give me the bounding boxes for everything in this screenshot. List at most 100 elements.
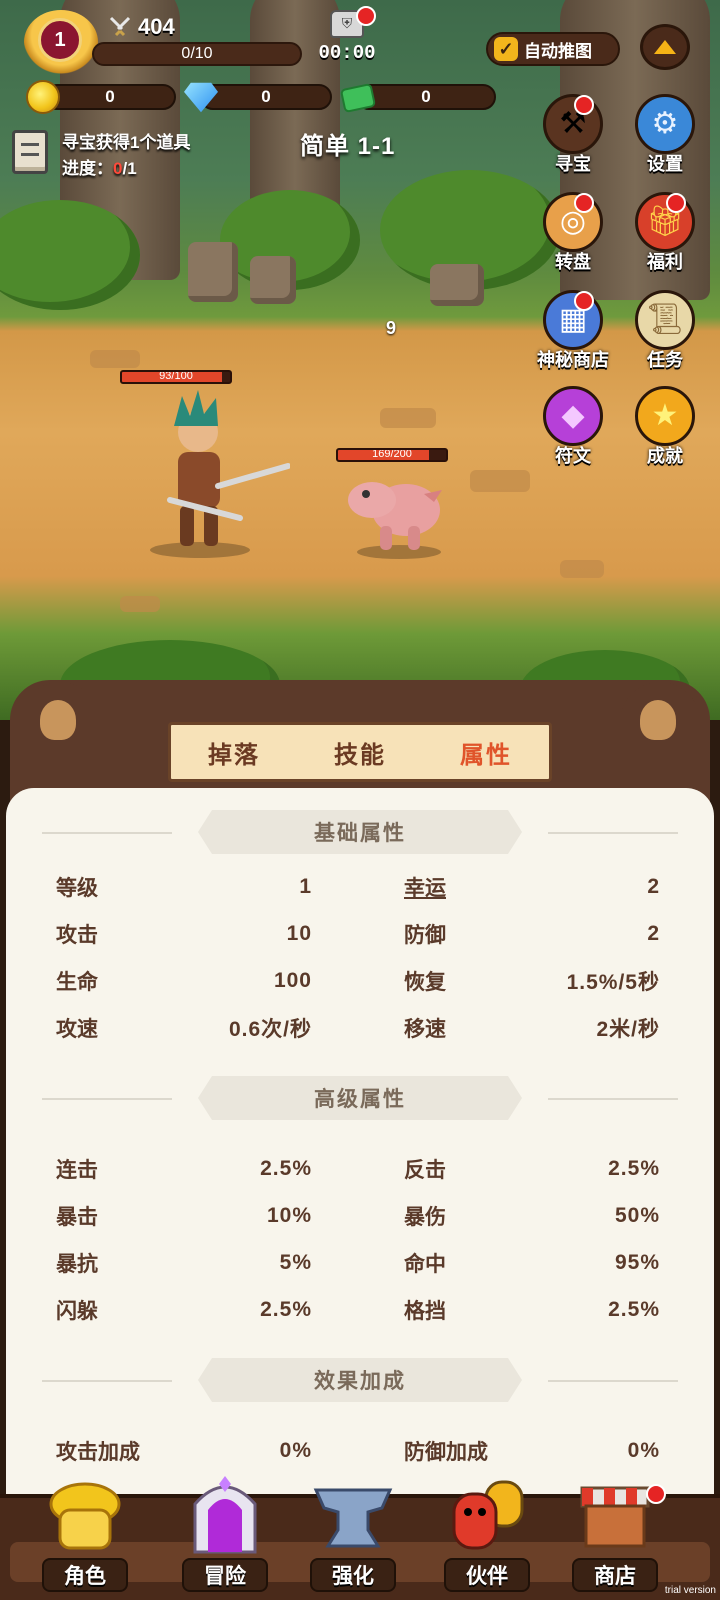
stat-row: 恢复 1.5%/5秒 [404, 971, 660, 994]
cash-counter[interactable]: 0 [356, 84, 496, 110]
tab-skills[interactable]: 技能 [334, 735, 386, 770]
stat-row: 格挡 2.5% [404, 1298, 660, 1323]
bottom-navigation: 角色 冒险 强化 伙伴 商店 [0, 1476, 720, 1600]
nav-label: 商店 [572, 1558, 658, 1592]
notification-dot [574, 291, 594, 311]
player-level-badge[interactable]: 1 [24, 10, 98, 74]
quest-progress: 进度：0/1 [62, 159, 137, 178]
notification-dot [666, 193, 686, 213]
section-title: 基础属性 [198, 810, 522, 854]
background-rock [430, 264, 484, 306]
wheel-icon: ◎ [543, 192, 603, 252]
stage-title: 简单 1-1 [300, 133, 396, 160]
tab-attributes[interactable]: 属性 [460, 735, 512, 770]
checkbox-checked-icon: ✓ [494, 37, 518, 61]
gold-counter[interactable]: 0 [44, 84, 176, 110]
nav-label: 冒险 [182, 1558, 268, 1592]
partner-creatures-icon [452, 1480, 524, 1550]
enemy-hp-text: 169/200 [372, 448, 412, 460]
stat-row: 生命 100 [56, 969, 312, 994]
shop-stall-icon: ▦ [543, 290, 603, 350]
ground-stone [560, 560, 604, 578]
achievement-button[interactable]: ★ 成就 [620, 386, 710, 468]
pink-dinosaur-enemy[interactable] [344, 460, 454, 560]
section-header-advanced: 高级属性 [6, 1076, 714, 1120]
anvil-icon [313, 1488, 393, 1548]
treasure-hunt-button[interactable]: ⚒ 寻宝 [528, 94, 618, 176]
nav-label: 强化 [310, 1558, 396, 1592]
notification-dot [574, 95, 594, 115]
nav-partners[interactable]: 伙伴 [432, 1474, 542, 1598]
ground-stone [470, 470, 530, 492]
lucky-wheel-button[interactable]: ◎ 转盘 [528, 192, 618, 274]
stat-row: 移速 2米/秒 [404, 1018, 660, 1041]
hero-hp-text: 93/100 [159, 370, 193, 382]
battle-timer[interactable]: ⛨ 00:00 [316, 6, 378, 68]
hero-character[interactable] [130, 390, 290, 560]
auto-advance-toggle[interactable]: ✓ 自动推图 [486, 32, 620, 66]
current-quest[interactable]: 寻宝获得1个道具 进度：0/1 [62, 130, 190, 182]
settings-button[interactable]: ⚙ 设置 [620, 94, 710, 176]
collapse-button[interactable] [640, 24, 690, 70]
nav-character[interactable]: 角色 [30, 1474, 140, 1598]
gem-counter[interactable]: 0 [200, 84, 332, 110]
nav-label: 伙伴 [444, 1558, 530, 1592]
welfare-button[interactable]: 🎁︎ 福利 [620, 192, 710, 274]
stat-row: 连击 2.5% [56, 1157, 312, 1182]
stat-row: 命中 95% [404, 1251, 660, 1276]
shop-stall-icon [580, 1486, 650, 1548]
notification-dot [356, 6, 376, 26]
portal-gate-icon [193, 1476, 257, 1554]
auto-advance-label: 自动推图 [524, 41, 592, 61]
damage-number: 9 [386, 318, 397, 338]
quest-scroll-icon[interactable] [12, 130, 48, 174]
stat-row: 反击 2.5% [404, 1157, 660, 1182]
nav-label: 角色 [42, 1558, 128, 1592]
combat-power-value: 404 [138, 14, 175, 39]
nav-adventure[interactable]: 冒险 [170, 1474, 280, 1598]
section-title: 效果加成 [198, 1358, 522, 1402]
hammer-icon: ⚒ [543, 94, 603, 154]
nav-shop[interactable]: 商店 [560, 1474, 670, 1598]
quest-description: 寻宝获得1个道具 [62, 133, 191, 152]
player-level: 1 [38, 18, 82, 62]
stat-row: 暴伤 50% [404, 1204, 660, 1229]
crossed-swords-icon [109, 16, 131, 37]
stat-row: 暴击 10% [56, 1204, 312, 1229]
stat-row: 防御 2 [404, 922, 660, 947]
section-header-basic: 基础属性 [6, 810, 714, 854]
gold-armor-icon [49, 1482, 121, 1550]
stat-row: 攻击 10 [56, 922, 312, 947]
stat-row: 防御加成 0% [404, 1439, 660, 1464]
mystery-shop-button[interactable]: ▦ 神秘商店 [528, 290, 618, 372]
attributes-sheet[interactable]: 基础属性 等级 1 幸运 2 攻击 10 防御 2 生命 100 恢复 1.5%/5秒 攻速… [6, 788, 714, 1500]
tasks-button[interactable]: 📜︎ 任务 [620, 290, 710, 372]
stat-row: 攻击加成 0% [56, 1439, 312, 1464]
timer-text: 00:00 [318, 42, 376, 64]
stat-row[interactable]: 幸运 2 [404, 870, 660, 904]
panel-ear-right [620, 682, 700, 754]
background-rock [250, 256, 296, 304]
ground-stone [90, 350, 140, 368]
gift-box-icon: 🎁︎ [635, 192, 695, 252]
scroll-icon: 📜︎ [635, 290, 695, 350]
ground-stone [120, 596, 160, 612]
watermark: trial version [664, 1585, 716, 1596]
nav-enhance[interactable]: 强化 [298, 1474, 408, 1598]
tab-drops[interactable]: 掉落 [208, 735, 260, 770]
hero-hp-bar: 93/100 [120, 370, 232, 384]
gear-icon: ⚙ [635, 94, 695, 154]
battle-scene: 1 404 0/10 ⛨ 00:00 ✓ 自动推图 0 0 0 寻宝获得1个道具… [0, 0, 720, 720]
stat-row: 攻速 0.6次/秒 [56, 1018, 312, 1041]
rune-button[interactable]: ◆ 符文 [528, 386, 618, 468]
notification-dot [574, 193, 594, 213]
ground-stone [380, 408, 436, 428]
combat-power: 404 [108, 14, 175, 40]
notification-dot [646, 1484, 666, 1504]
stat-row: 闪躲 2.5% [56, 1298, 312, 1323]
gold-coin-icon [26, 80, 60, 114]
panel-ear-left [20, 682, 100, 754]
section-header-bonus: 效果加成 [6, 1358, 714, 1402]
panel-tabs: 掉落 技能 属性 [168, 722, 552, 782]
stat-row: 等级 1 [56, 875, 312, 900]
